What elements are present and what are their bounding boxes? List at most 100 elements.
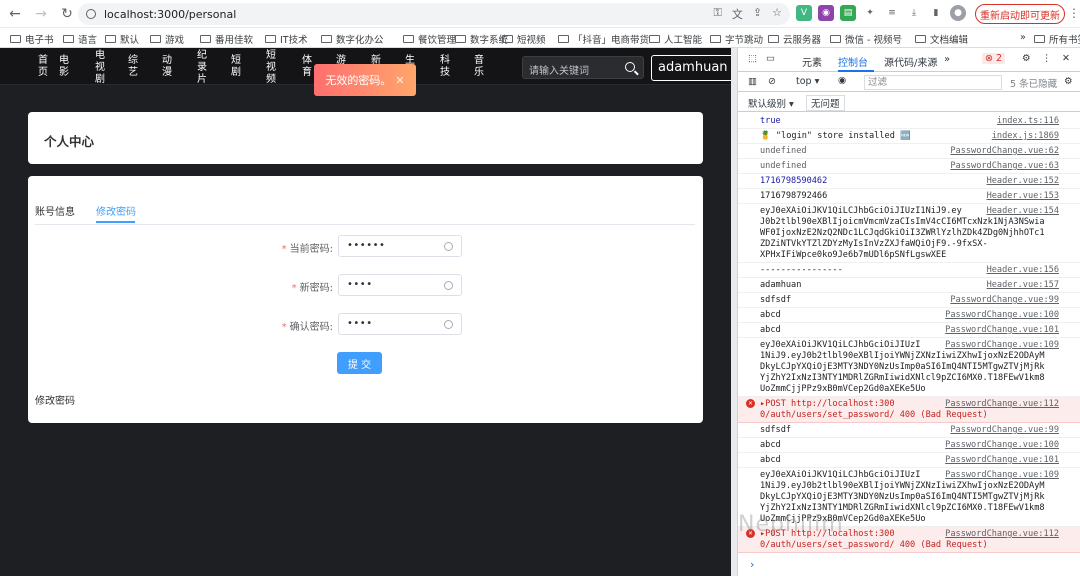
restart-update-button[interactable]: 重新启动即可更新 [975,4,1065,24]
star-icon[interactable]: ☆ [772,6,782,22]
eye-icon[interactable] [444,320,453,329]
more-menu-icon[interactable]: ⋮ [1068,6,1080,20]
site-info-icon[interactable] [86,9,96,19]
source-link[interactable]: PasswordChange.vue:99 [950,425,1059,435]
bookmark-folder[interactable]: 餐饮管理 [403,32,456,46]
sidebar-toggle-icon[interactable]: ▥ [748,76,757,87]
bookmarks-more[interactable]: » [1020,32,1026,43]
nav-item[interactable]: 音 乐 [474,55,484,79]
log-level-select[interactable]: 默认级别 ▾ [748,96,794,110]
bookmark-folder[interactable]: 「抖音」电商带货 [558,32,649,46]
puzzle-icon[interactable]: ✦ [862,5,878,21]
nav-item[interactable]: 电 视 剧 [95,50,105,86]
bookmark-folder[interactable]: IT技术 [265,32,308,46]
source-link[interactable]: index.js:1869 [992,131,1059,141]
more-tabs-icon[interactable]: » [944,54,950,65]
bookmark-folder[interactable]: 文档编辑 [915,32,968,46]
bookmark-folder[interactable]: 默认 [105,32,139,46]
back-icon[interactable]: ← [4,3,26,25]
address-bar[interactable]: localhost:3000/personal ⚿ 文 ⇪ ☆ [78,3,790,25]
eye-icon[interactable]: ◉ [838,75,846,86]
nav-item[interactable]: 短 剧 [231,55,241,79]
context-select[interactable]: top ▾ [796,76,819,87]
source-link[interactable]: PasswordChange.vue:112 [945,529,1059,539]
bookmark-folder[interactable]: 字节跳动 [710,32,763,46]
source-link[interactable]: PasswordChange.vue:112 [945,399,1059,409]
nav-item[interactable]: 电 影 [59,55,69,79]
eye-icon[interactable] [444,281,453,290]
tab-change-password[interactable]: 修改密码 [96,203,136,218]
source-link[interactable]: Header.vue:154 [987,206,1059,216]
error-count-badge[interactable]: ⊗ 2 [982,53,1006,64]
download-icon[interactable]: ⤓ [906,5,922,21]
translate-icon[interactable]: 文 [732,6,743,22]
all-bookmarks[interactable]: 所有书签 [1034,32,1080,46]
source-link[interactable]: Header.vue:152 [987,176,1059,186]
source-link[interactable]: Header.vue:153 [987,191,1059,201]
nav-item[interactable]: 综 艺 [128,55,138,79]
tab-sources[interactable]: 源代码/来源 [884,54,937,69]
inspect-icon[interactable]: ⬚ [748,53,757,64]
source-link[interactable]: PasswordChange.vue:101 [945,455,1059,465]
nav-item[interactable]: 纪 录 片 [197,50,207,86]
extension-icon[interactable]: ▤ [840,5,856,21]
source-link[interactable]: Header.vue:157 [987,280,1059,290]
bookmark-folder[interactable]: 语言 [63,32,97,46]
tab-console[interactable]: 控制台 [838,54,868,69]
tab-search-icon[interactable]: ≡ [884,5,900,21]
console-text: sdfsdf [760,425,792,435]
profile-icon[interactable]: ● [950,5,966,21]
source-link[interactable]: PasswordChange.vue:101 [945,325,1059,335]
gear-icon[interactable]: ⚙ [1064,76,1073,87]
user-menu[interactable]: adamhuan [651,55,735,81]
eye-icon[interactable] [444,242,453,251]
tab-account-info[interactable]: 账号信息 [35,203,75,218]
extension-icon[interactable]: ◉ [818,5,834,21]
search-box[interactable]: 请输入关键词 [522,56,644,79]
source-link[interactable]: index.ts:116 [997,116,1059,126]
source-link[interactable]: PasswordChange.vue:109 [945,470,1059,480]
source-link[interactable]: PasswordChange.vue:99 [950,295,1059,305]
close-icon[interactable]: ✕ [395,74,404,87]
source-link[interactable]: PasswordChange.vue:62 [950,146,1059,156]
reload-icon[interactable]: ↻ [56,3,78,25]
clear-console-icon[interactable]: ⊘ [768,76,776,87]
current-password-input[interactable]: •••••• [338,235,462,257]
vue-devtools-icon[interactable]: V [796,5,812,21]
bookmark-folder[interactable]: 数字化办公 [321,32,384,46]
sidepanel-icon[interactable]: ▮ [928,5,944,21]
submit-button[interactable]: 提 交 [337,352,382,374]
nav-item[interactable]: 短 视 频 [266,50,276,86]
console-prompt[interactable]: › [750,558,754,571]
search-icon[interactable] [625,62,635,72]
bookmark-folder[interactable]: 短视频 [502,32,546,46]
nav-item[interactable]: 体 育 [302,55,312,79]
issues-button[interactable]: 无问题 [806,95,845,111]
close-icon[interactable]: ✕ [1062,53,1070,64]
share-icon[interactable]: ⇪ [753,6,762,22]
bookmark-folder[interactable]: 人工智能 [649,32,702,46]
source-link[interactable]: PasswordChange.vue:100 [945,440,1059,450]
nav-item[interactable]: 动 漫 [162,55,172,79]
source-link[interactable]: PasswordChange.vue:100 [945,310,1059,320]
new-password-input[interactable]: •••• [338,274,462,296]
forward-icon[interactable]: → [30,3,52,25]
source-link[interactable]: Header.vue:156 [987,265,1059,275]
bookmark-folder[interactable]: 微信 - 视频号 [830,32,902,46]
gear-icon[interactable]: ⚙ [1022,53,1031,64]
more-menu-icon[interactable]: ⋮ [1042,53,1052,64]
source-link[interactable]: PasswordChange.vue:63 [950,161,1059,171]
tab-elements[interactable]: 元素 [802,54,822,69]
bookmark-folder[interactable]: 电子书 [10,32,54,46]
bookmark-folder[interactable]: 番用佳软 [200,32,253,46]
bookmark-folder[interactable]: 云服务器 [768,32,821,46]
source-link[interactable]: PasswordChange.vue:109 [945,340,1059,350]
device-icon[interactable]: ▭ [766,53,775,64]
key-icon[interactable]: ⚿ [714,6,722,22]
confirm-password-input[interactable]: •••• [338,313,462,335]
bookmark-folder[interactable]: 数字系统 [455,32,508,46]
filter-input[interactable]: 过滤 [864,75,1002,90]
nav-item[interactable]: 首 页 [38,55,48,79]
nav-item[interactable]: 科 技 [440,55,450,79]
bookmark-folder[interactable]: 游戏 [150,32,184,46]
